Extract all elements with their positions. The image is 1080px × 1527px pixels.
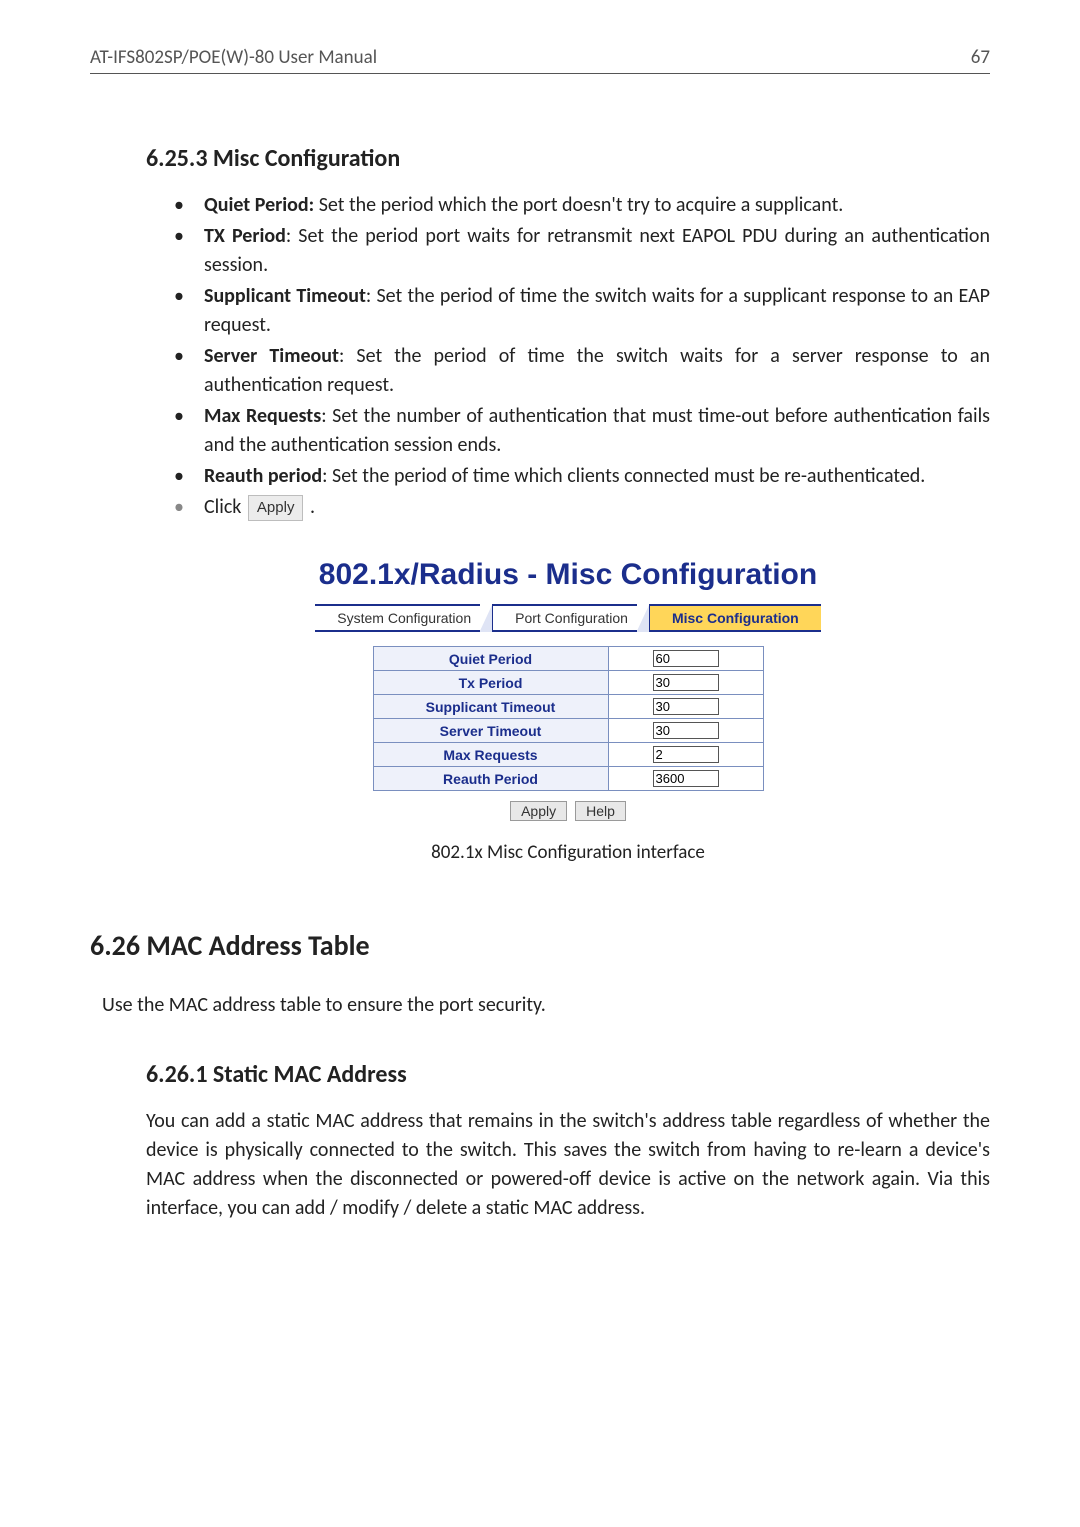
row-label: Quiet Period [373, 647, 608, 671]
doc-title: AT-IFS802SP/POE(W)-80 User Manual [90, 46, 377, 69]
page: AT-IFS802SP/POE(W)-80 User Manual 67 6.2… [0, 0, 1080, 1527]
row-quiet-period: Quiet Period [373, 647, 763, 671]
bullet-supplicant-timeout: Supplicant Timeout: Set the period of ti… [174, 282, 990, 340]
heading-6-26: 6.26 MAC Address Table [90, 928, 990, 963]
figure-misc-config: 802.1x/Radius - Misc Configuration Syste… [146, 558, 990, 864]
section-static-mac-address: 6.26.1 Static MAC Address You can add a … [146, 1060, 990, 1223]
tab-notch-icon [637, 604, 651, 632]
row-server-timeout: Server Timeout [373, 719, 763, 743]
row-label: Supplicant Timeout [373, 695, 608, 719]
page-number: 67 [971, 46, 990, 69]
tab-notch-icon [480, 604, 494, 632]
row-supplicant-timeout: Supplicant Timeout [373, 695, 763, 719]
heading-6-25-3: 6.25.3 Misc Configuration [146, 144, 990, 173]
row-value-cell [608, 647, 763, 671]
bullet-max-requests: Max Requests: Set the number of authenti… [174, 402, 990, 460]
row-max-requests: Max Requests [373, 743, 763, 767]
page-header: AT-IFS802SP/POE(W)-80 User Manual 67 [90, 46, 990, 74]
row-value-cell [608, 743, 763, 767]
section-misc-configuration: 6.25.3 Misc Configuration Quiet Period: … [146, 144, 990, 864]
apply-button[interactable]: Apply [510, 801, 567, 821]
body-6-26-1: You can add a static MAC address that re… [146, 1107, 990, 1223]
bullet-text: Set the period which the port doesn't tr… [314, 193, 843, 217]
quiet-period-input[interactable] [653, 650, 719, 667]
bullet-label: Supplicant Timeout [204, 284, 366, 308]
row-label: Reauth Period [373, 767, 608, 791]
bullet-server-timeout: Server Timeout: Set the period of time t… [174, 342, 990, 400]
tab-port-configuration[interactable]: Port Configuration [493, 604, 650, 632]
figure-caption: 802.1x Misc Configuration interface [146, 841, 990, 864]
bullet-text: : Set the number of authentication that … [204, 404, 990, 457]
figure-title: 802.1x/Radius - Misc Configuration [146, 558, 990, 592]
max-requests-input[interactable] [653, 746, 719, 763]
tx-period-input[interactable] [653, 674, 719, 691]
row-value-cell [608, 695, 763, 719]
figure-buttons: Apply Help [146, 801, 990, 821]
click-suffix: . [305, 495, 315, 519]
click-prefix: Click [204, 495, 246, 519]
bullet-label: TX Period [204, 224, 286, 248]
bullet-tx-period: TX Period: Set the period port waits for… [174, 222, 990, 280]
row-value-cell [608, 719, 763, 743]
row-label: Tx Period [373, 671, 608, 695]
tabs-row: System Configuration Port Configuration … [146, 604, 990, 632]
row-tx-period: Tx Period [373, 671, 763, 695]
row-label: Server Timeout [373, 719, 608, 743]
bullet-label: Reauth period [204, 464, 322, 488]
bullet-reauth-period: Reauth period: Set the period of time wh… [174, 462, 990, 491]
help-button[interactable]: Help [575, 801, 626, 821]
tab-label: Misc Configuration [672, 610, 799, 626]
reauth-period-input[interactable] [653, 770, 719, 787]
apply-chip: Apply [248, 495, 304, 521]
bullet-list: Quiet Period: Set the period which the p… [146, 191, 990, 522]
row-label: Max Requests [373, 743, 608, 767]
bullet-label: Max Requests [204, 404, 321, 428]
bullet-label: Quiet Period: [204, 193, 314, 217]
tab-label: System Configuration [337, 610, 471, 626]
bullet-label: Server Timeout [204, 344, 339, 368]
row-value-cell [608, 671, 763, 695]
config-table: Quiet Period Tx Period Supplicant Timeou… [373, 646, 764, 791]
row-value-cell [608, 767, 763, 791]
bullet-click-apply: Click Apply . [174, 493, 990, 522]
bullet-text: : Set the period of time which clients c… [322, 464, 925, 488]
intro-6-26: Use the MAC address table to ensure the … [102, 991, 990, 1020]
server-timeout-input[interactable] [653, 722, 719, 739]
bullet-text: : Set the period port waits for retransm… [204, 224, 990, 277]
heading-6-26-1: 6.26.1 Static MAC Address [146, 1060, 990, 1089]
bullet-quiet-period: Quiet Period: Set the period which the p… [174, 191, 990, 220]
supplicant-timeout-input[interactable] [653, 698, 719, 715]
tab-misc-configuration[interactable]: Misc Configuration [650, 604, 821, 632]
row-reauth-period: Reauth Period [373, 767, 763, 791]
tab-label: Port Configuration [515, 610, 628, 626]
tab-system-configuration[interactable]: System Configuration [315, 604, 493, 632]
